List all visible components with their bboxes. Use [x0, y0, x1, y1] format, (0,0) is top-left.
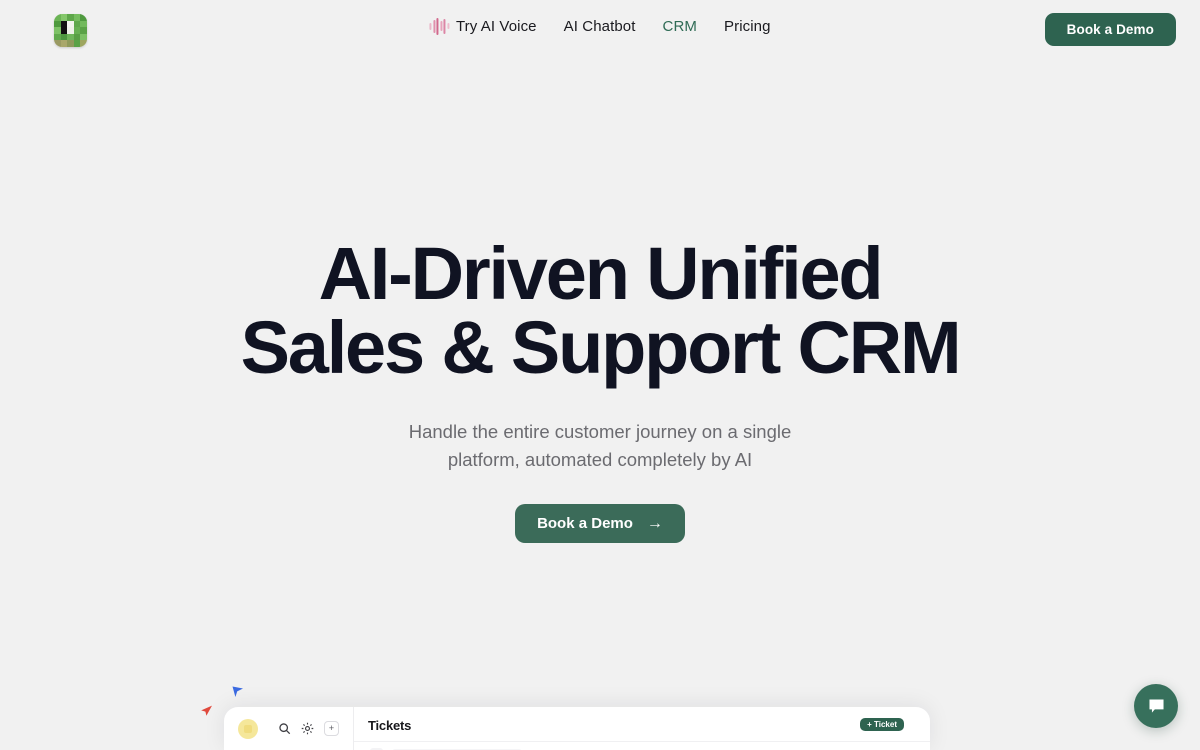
search-icon[interactable]: [278, 722, 291, 735]
nav-label: Try AI Voice: [455, 17, 537, 35]
chat-bubble-icon: [1148, 698, 1164, 713]
nav-label: AI Chatbot: [563, 17, 636, 35]
mockup-divider: [354, 741, 930, 742]
nav-item-try-ai-voice[interactable]: Try AI Voice: [429, 17, 537, 35]
app-preview-mockup: + Tickets + Ticket: [224, 707, 930, 750]
brand-logo[interactable]: [54, 14, 87, 47]
avatar[interactable]: [238, 718, 258, 739]
hero-cta-label: Book a Demo: [537, 515, 633, 532]
hero-subtitle-line-1: Handle the entire customer journey on a …: [408, 421, 792, 442]
hero-title-line-1: AI-Driven Unified: [318, 232, 884, 315]
main-navigation: Try AI Voice AI Chatbot CRM Pricing: [429, 17, 770, 35]
nav-label: Pricing: [723, 17, 771, 35]
hero-section: AI-Driven Unified Sales & Support CRM Ha…: [0, 62, 1200, 543]
site-header: Try AI Voice AI Chatbot CRM Pricing Book…: [0, 0, 1200, 62]
arrow-right-icon: →: [646, 514, 663, 532]
hero-subtitle-line-2: platform, automated completely by AI: [447, 449, 753, 470]
mockup-toolbar: +: [278, 721, 339, 736]
mockup-panel-title: Tickets: [368, 718, 412, 733]
hero-title-line-2: Sales & Support CRM: [240, 306, 962, 389]
header-book-demo-button[interactable]: Book a Demo: [1044, 13, 1176, 46]
mockup-add-button[interactable]: +: [324, 721, 339, 736]
audio-waveform-icon: [429, 17, 449, 35]
blue-cursor-icon: [232, 686, 244, 700]
mockup-main-panel: Tickets + Ticket: [354, 707, 930, 750]
hero-book-demo-button[interactable]: Book a Demo →: [515, 504, 685, 543]
gear-icon[interactable]: [301, 722, 314, 735]
nav-label: CRM: [662, 17, 697, 35]
nav-item-pricing[interactable]: Pricing: [724, 18, 771, 35]
red-cursor-icon: [200, 705, 213, 719]
hero-subtitle: Handle the entire customer journey on a …: [0, 418, 1200, 474]
mockup-sidebar: +: [224, 707, 354, 750]
chat-widget-button[interactable]: [1134, 684, 1178, 728]
nav-item-ai-chatbot[interactable]: AI Chatbot: [564, 18, 636, 35]
nav-item-crm[interactable]: CRM: [663, 18, 697, 35]
new-ticket-button[interactable]: + Ticket: [860, 718, 904, 731]
hero-title: AI-Driven Unified Sales & Support CRM: [0, 237, 1200, 385]
